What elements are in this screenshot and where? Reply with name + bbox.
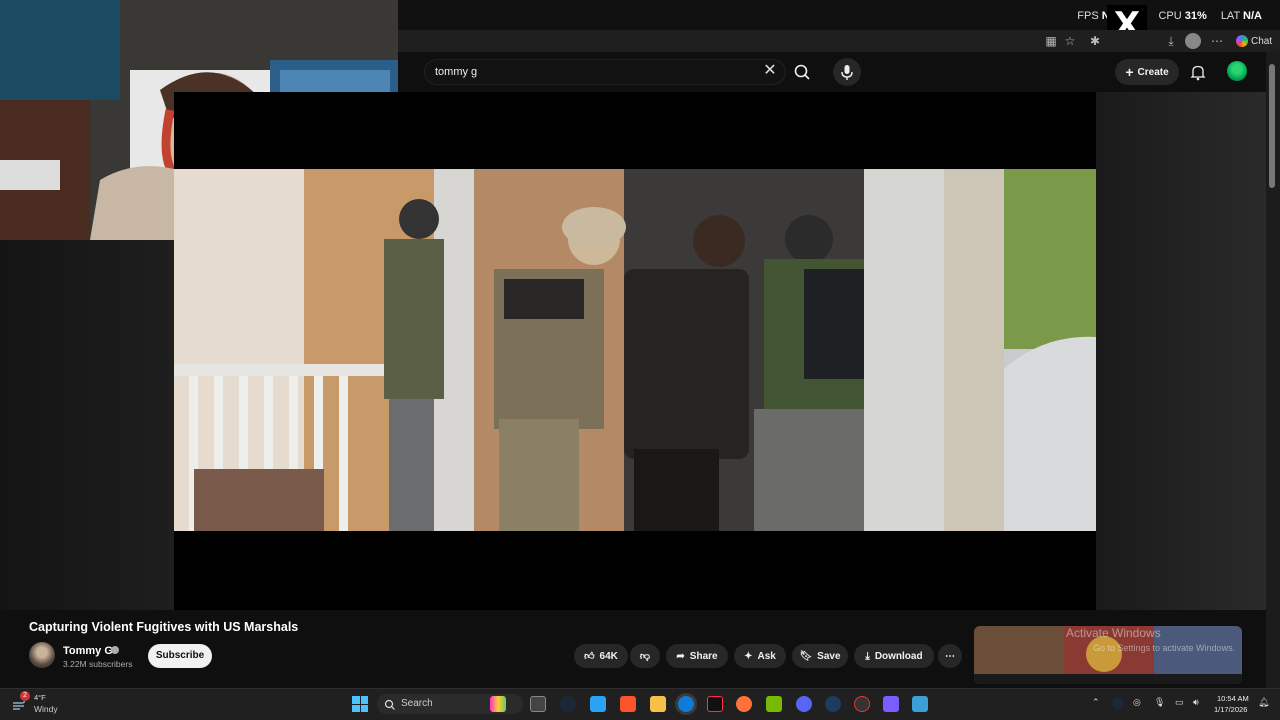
subscriber-count: 3.22M subscribers (63, 659, 133, 669)
scrollbar-thumb[interactable] (1269, 64, 1275, 188)
like-button[interactable]: 👍︎ 64K (574, 644, 628, 668)
download-label: Download (874, 650, 923, 662)
lat-stat: LAT N/A (1220, 10, 1262, 22)
plus-icon: + (1125, 64, 1134, 80)
notifications-button[interactable] (1189, 63, 1207, 81)
channel-name[interactable]: Tommy G (63, 645, 113, 657)
extensions-icon[interactable]: ✱ (1087, 33, 1103, 49)
bell-icon (1190, 65, 1206, 81)
ambient-left (0, 240, 174, 610)
account-avatar[interactable] (1227, 61, 1247, 81)
start-button[interactable] (352, 696, 368, 712)
weather-description[interactable]: Windy (34, 704, 58, 714)
tray-mic-icon[interactable]: 🎙︎ (1154, 697, 1165, 708)
profile-icon[interactable] (1185, 33, 1201, 49)
thumbs-up-icon: 👍︎ (584, 651, 595, 662)
app-icon-red-dot[interactable] (854, 696, 870, 712)
clock-date[interactable]: 1/17/2026 (1214, 705, 1247, 714)
bookmark-icon: 🔖︎ (799, 650, 813, 662)
like-count: 64K (599, 650, 618, 662)
download-icon: ⤓ (865, 650, 870, 662)
more-actions-button[interactable]: ⋯ (938, 644, 962, 668)
weather-alert-badge: 2 (20, 691, 30, 701)
tray-chevron-icon[interactable]: ⌃ (1092, 697, 1100, 708)
search-input[interactable]: tommy g (424, 59, 786, 85)
firefox-icon[interactable] (736, 696, 752, 712)
tray-network-icon[interactable]: ◎ (1133, 697, 1141, 708)
chat-label: Chat (1251, 35, 1273, 47)
copilot-icon (1236, 35, 1248, 47)
app-icon-blue[interactable] (825, 696, 841, 712)
file-explorer-icon[interactable] (650, 696, 666, 712)
downloads-icon[interactable]: ⤓ (1163, 33, 1179, 49)
app-icon-purple[interactable] (883, 696, 899, 712)
browser-toolbar (398, 30, 1280, 52)
ask-button[interactable]: ✦ Ask (734, 644, 786, 668)
subscribe-button[interactable]: Subscribe (148, 644, 212, 668)
split-view-icon[interactable]: ▦ (1043, 33, 1059, 49)
ambient-right (1096, 92, 1266, 610)
widgets-flowers-icon[interactable] (490, 696, 506, 712)
steam-icon[interactable] (560, 696, 576, 712)
nvidia-icon[interactable] (766, 696, 782, 712)
tray-steam-icon[interactable] (1112, 697, 1124, 709)
share-button[interactable]: ➦ Share (666, 644, 728, 668)
more-menu-icon[interactable]: ⋯ (1209, 33, 1225, 49)
voice-search-button[interactable] (833, 58, 861, 86)
copilot-chat-button[interactable]: Chat (1232, 32, 1276, 50)
activate-windows-watermark: Activate Windows (1066, 626, 1161, 640)
discord-icon[interactable] (796, 696, 812, 712)
ask-label: Ask (757, 650, 776, 662)
performance-stats: FPS N/A % CPU 31% LAT N/A (1077, 10, 1262, 22)
weather-temperature[interactable]: 4°F (34, 693, 46, 702)
taskbar-search-placeholder: Search (401, 698, 433, 709)
windows-taskbar (0, 688, 1280, 720)
app-icon-photos[interactable] (912, 696, 928, 712)
microphone-icon (841, 65, 853, 80)
video-frame[interactable] (174, 169, 1096, 531)
save-button[interactable]: 🔖︎ Save (792, 644, 848, 668)
create-button[interactable]: + Create (1115, 59, 1179, 85)
notification-bell-icon[interactable]: 🔔︎ (1258, 697, 1269, 708)
thumbs-down-icon: 👎︎ (639, 651, 651, 662)
sparkle-icon: ✦ (744, 650, 753, 662)
clock-time[interactable]: 10:54 AM (1217, 694, 1249, 703)
notepad-icon[interactable] (590, 696, 606, 712)
more-horizontal-icon: ⋯ (945, 650, 955, 662)
edge-browser-icon[interactable] (678, 696, 694, 712)
tray-display-icon[interactable]: ▭ (1175, 697, 1184, 708)
share-icon: ➦ (676, 650, 685, 662)
cpu-stat: CPU 31% (1158, 10, 1207, 22)
brave-icon[interactable] (620, 696, 636, 712)
share-label: Share (689, 650, 718, 662)
create-label: Create (1137, 66, 1169, 78)
verified-badge-icon (111, 646, 119, 654)
search-icon (794, 64, 810, 80)
video-title: Capturing Violent Fugitives with US Mars… (29, 620, 299, 634)
clear-search-icon[interactable]: ✕ (762, 63, 778, 79)
task-view-icon[interactable] (530, 696, 546, 712)
download-button[interactable]: ⤓ Download (854, 644, 934, 668)
search-button[interactable] (787, 59, 817, 85)
taskbar-search-icon (384, 698, 396, 710)
save-label: Save (817, 650, 841, 662)
activate-windows-subtext: Go to Settings to activate Windows. (1093, 643, 1236, 653)
favorite-star-icon[interactable]: ☆ (1062, 33, 1078, 49)
dislike-button[interactable]: 👎︎ (630, 644, 660, 668)
channel-avatar[interactable] (29, 642, 55, 668)
tray-volume-icon[interactable]: 🔊︎ (1193, 697, 1199, 708)
tiktok-icon[interactable] (707, 696, 723, 712)
